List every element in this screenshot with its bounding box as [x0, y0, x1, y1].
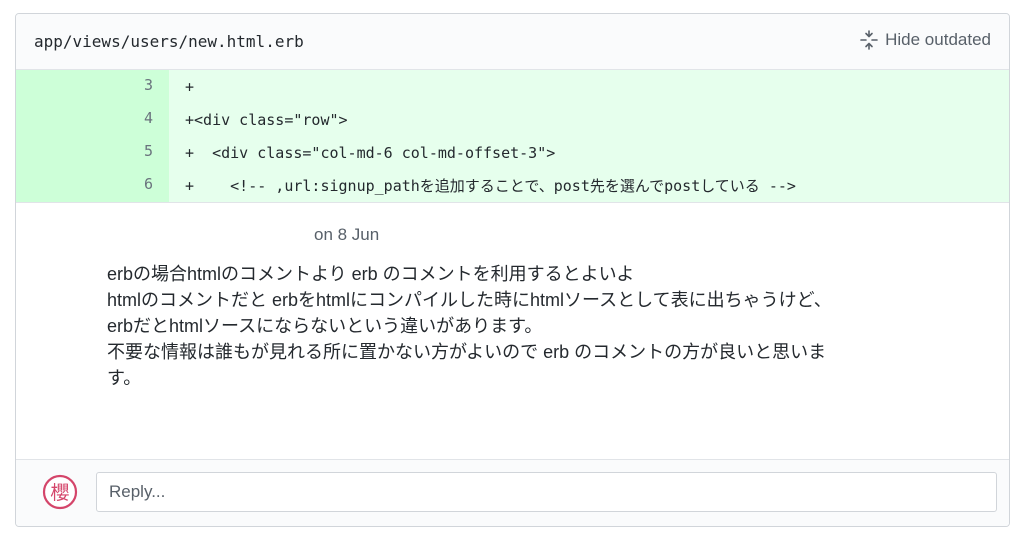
comment-line: erbだとhtmlソースにならないという違いがあります。 — [107, 316, 543, 336]
diff-hunk: 3 + 4 +<div class="row"> 5 + <div class=… — [16, 70, 1009, 202]
file-header: app/views/users/new.html.erb Hide outdat… — [16, 14, 1009, 70]
avatar-glyph: 櫻 — [50, 482, 69, 504]
code-line: + — [185, 77, 195, 96]
fold-icon — [859, 30, 879, 50]
line-number[interactable]: 3 — [16, 70, 169, 103]
diff-line: 3 + — [16, 70, 1009, 103]
diff-line: 4 +<div class="row"> — [16, 103, 1009, 136]
comment-line: htmlのコメントだと erbをhtmlにコンパイルした時にhtmlソースとして… — [107, 290, 832, 310]
comment-line: erbの場合htmlのコメントより erb のコメントを利用するとよいよ — [107, 264, 635, 284]
review-comment: on 8 Jun erbの場合htmlのコメントより erb のコメントを利用す… — [16, 202, 1009, 456]
review-thread: app/views/users/new.html.erb Hide outdat… — [15, 13, 1010, 527]
comment-body: erbの場合htmlのコメントより erb のコメントを利用するとよいよ htm… — [107, 261, 987, 391]
line-number[interactable]: 4 — [16, 103, 169, 136]
reply-bar: 櫻 — [16, 459, 1009, 526]
comment-line: す。 — [107, 368, 142, 388]
reply-input[interactable] — [96, 472, 997, 512]
code-line: +<div class="row"> — [185, 110, 348, 129]
hide-outdated-button[interactable]: Hide outdated — [859, 30, 991, 50]
file-path[interactable]: app/views/users/new.html.erb — [34, 32, 304, 51]
diff-line: 5 + <div class="col-md-6 col-md-offset-3… — [16, 136, 1009, 169]
line-number[interactable]: 6 — [16, 169, 169, 202]
comment-line: 不要な情報は誰もが見れる所に置かない方がよいので erb のコメントの方が良いと… — [107, 342, 827, 362]
line-number[interactable]: 5 — [16, 136, 169, 169]
hide-outdated-label: Hide outdated — [885, 30, 991, 49]
diff-line: 6 + <!-- ,url:signup_pathを追加することで、post先を… — [16, 169, 1009, 202]
user-avatar[interactable]: 櫻 — [42, 474, 78, 510]
comment-timestamp[interactable]: on 8 Jun — [314, 225, 379, 245]
code-line: + <div class="col-md-6 col-md-offset-3"> — [185, 143, 556, 162]
code-line: + <!-- ,url:signup_pathを追加することで、post先を選ん… — [185, 177, 796, 195]
